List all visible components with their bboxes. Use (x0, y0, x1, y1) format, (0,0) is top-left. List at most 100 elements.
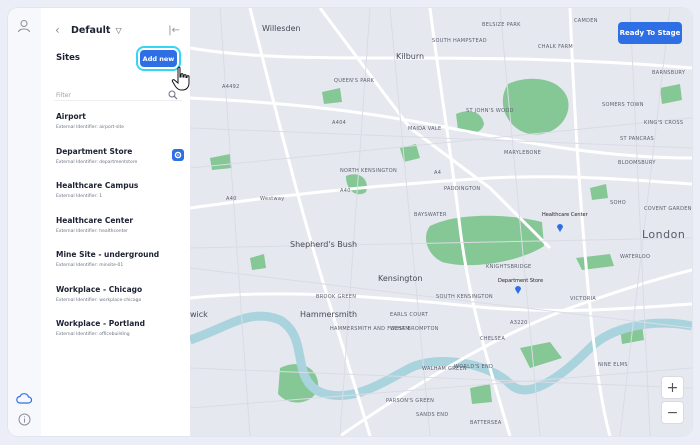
healthcare-center-pin (557, 224, 563, 232)
department-store-pin (515, 286, 521, 294)
label-battersea: BATTERSEA (470, 420, 502, 426)
label-st-johns-wood: ST JOHN'S WOOD (466, 108, 514, 114)
site-name: Workplace - Chicago (56, 284, 143, 294)
back-arrow-icon[interactable]: ‹ (55, 23, 69, 37)
site-external-id: External Identifier: minsite-01 (56, 263, 124, 268)
list-item[interactable]: Department Store External Identifier: de… (56, 147, 184, 182)
park-small-7 (470, 384, 492, 404)
park-small-5 (660, 84, 682, 104)
label-knightsbridge: KNIGHTSBRIDGE (486, 264, 532, 270)
site-name: Healthcare Center (56, 215, 134, 225)
river-thames (190, 311, 692, 401)
park-small-4 (210, 154, 232, 170)
label-marylebone: MARYLEBONE (504, 150, 542, 156)
label-covent-garden: COVENT GARDEN (644, 206, 692, 212)
label-camden: CAMDEN (574, 18, 598, 24)
list-item[interactable]: Airport External Identifier: airport-sit… (56, 112, 184, 147)
label-healthcare-center: Healthcare Center (542, 212, 588, 218)
label-st-pancras: ST PANCRAS (620, 136, 655, 142)
label-somers-town: SOMERS TOWN (602, 102, 644, 108)
list-item[interactable]: Workplace - Portland External Identifier… (56, 319, 184, 354)
site-name: Department Store (56, 146, 133, 156)
label-a40: A40 (340, 188, 351, 194)
site-name: Healthcare Campus (56, 181, 139, 190)
park-small-2 (322, 88, 342, 104)
label-department-store: Department Store (498, 278, 544, 284)
list-item[interactable]: Healthcare Campus External Identifier: 1 (56, 181, 184, 216)
label-kensington: Kensington (378, 274, 423, 283)
user-icon[interactable] (16, 18, 32, 34)
site-external-id: External Identifier: 1 (56, 194, 103, 199)
label-wick: wick (190, 310, 208, 319)
label-chelsea: CHELSEA (480, 336, 506, 342)
label-bloomsbury: BLOOMSBURY (618, 160, 656, 166)
workspace-selector[interactable]: Default (71, 25, 110, 36)
site-name: Mine Site - underground (56, 250, 160, 259)
label-south-kensington: SOUTH KENSINGTON (436, 294, 493, 300)
park-south (520, 342, 562, 368)
green-park (576, 254, 614, 270)
label-kilburn: Kilburn (396, 52, 425, 61)
zoom-in-button[interactable]: + (661, 376, 684, 399)
add-new-button[interactable]: Add new (140, 50, 177, 67)
label-a4492: A4492 (222, 84, 240, 90)
list-item[interactable]: Mine Site - underground External Identif… (56, 250, 184, 285)
label-soho: SOHO (610, 200, 627, 206)
site-external-id: External Identifier: officebuilding (56, 332, 130, 337)
site-external-id: External Identifier: airport-site (56, 125, 125, 130)
sites-heading: Sites (56, 53, 80, 63)
info-icon[interactable] (16, 411, 32, 427)
label-hammersmith: Hammersmith (300, 310, 358, 319)
sites-list: Airport External Identifier: airport-sit… (56, 112, 184, 354)
app-window: ‹ Default ▽ |← Sites Add new Airport Ext… (8, 8, 692, 436)
label-victoria: VICTORIA (570, 296, 597, 302)
label-shepherds-bush: Shepherd's Bush (290, 240, 358, 249)
label-a40-west: A40 (226, 196, 237, 202)
search-icon[interactable] (168, 85, 178, 104)
chevron-down-icon[interactable]: ▽ (115, 26, 121, 35)
label-willesden: Willesden (262, 24, 301, 33)
list-item[interactable]: Healthcare Center External Identifier: h… (56, 216, 184, 251)
label-waterloo: WATERLOO (620, 254, 651, 260)
label-bayswater: BAYSWATER (414, 212, 447, 218)
zoom-out-button[interactable]: − (661, 401, 684, 424)
label-north-kensington: NORTH KENSINGTON (340, 168, 397, 174)
label-south-hampstead: SOUTH HAMPSTEAD (432, 38, 487, 44)
park-small-6 (250, 254, 266, 270)
site-external-id: External Identifier: workplace-chicago (56, 297, 142, 303)
label-belsize: BELSIZE PARK (482, 22, 521, 28)
label-nine-elms: NINE ELMS (598, 362, 628, 368)
ready-to-stage-button[interactable]: Ready To Stage (618, 22, 682, 44)
label-fulham: HAMMERSMITH AND FULHAM (330, 326, 410, 332)
map-view[interactable]: Willesden Kilburn Shepherd's Bush Kensin… (190, 8, 692, 436)
label-london: London (642, 228, 686, 241)
icon-rail (8, 8, 42, 436)
list-item[interactable]: Workplace - Chicago External Identifier:… (56, 285, 184, 320)
filter-input[interactable] (54, 87, 158, 104)
collapse-panel-icon[interactable]: |← (168, 25, 180, 36)
filter-field (54, 82, 182, 104)
label-queens-park: QUEEN'S PARK (334, 78, 375, 84)
park-small-8 (590, 184, 608, 200)
label-parsons-green: PARSON'S GREEN (386, 398, 435, 404)
label-kings-cross: KING'S CROSS (644, 120, 684, 126)
label-maida-vale: MAIDA VALE (408, 126, 442, 132)
label-a3220: A3220 (510, 320, 528, 326)
label-a4: A4 (434, 170, 442, 176)
site-settings-icon[interactable] (172, 148, 184, 161)
site-name: Workplace - Portland (56, 319, 145, 328)
label-a404: A404 (332, 120, 347, 126)
label-earls-court: EARLS COURT (390, 312, 429, 318)
cloud-icon[interactable] (16, 390, 32, 406)
label-westway: Westway (260, 196, 285, 202)
site-external-id: External Identifier: departmentstore (56, 159, 138, 165)
site-name: Airport (56, 112, 86, 121)
label-paddington: PADDINGTON (444, 186, 481, 192)
panel-header: ‹ Default ▽ |← (55, 22, 180, 38)
label-brook-green: BROOK GREEN (316, 294, 357, 300)
label-worlds-end: WORLD'S END (454, 364, 494, 370)
label-chalk-farm: CHALK FARM (538, 44, 573, 50)
site-external-id: External Identifier: healthcenter (56, 228, 128, 234)
label-barnsbury: BARNSBURY (652, 70, 686, 76)
sites-panel: ‹ Default ▽ |← Sites Add new Airport Ext… (41, 8, 191, 436)
